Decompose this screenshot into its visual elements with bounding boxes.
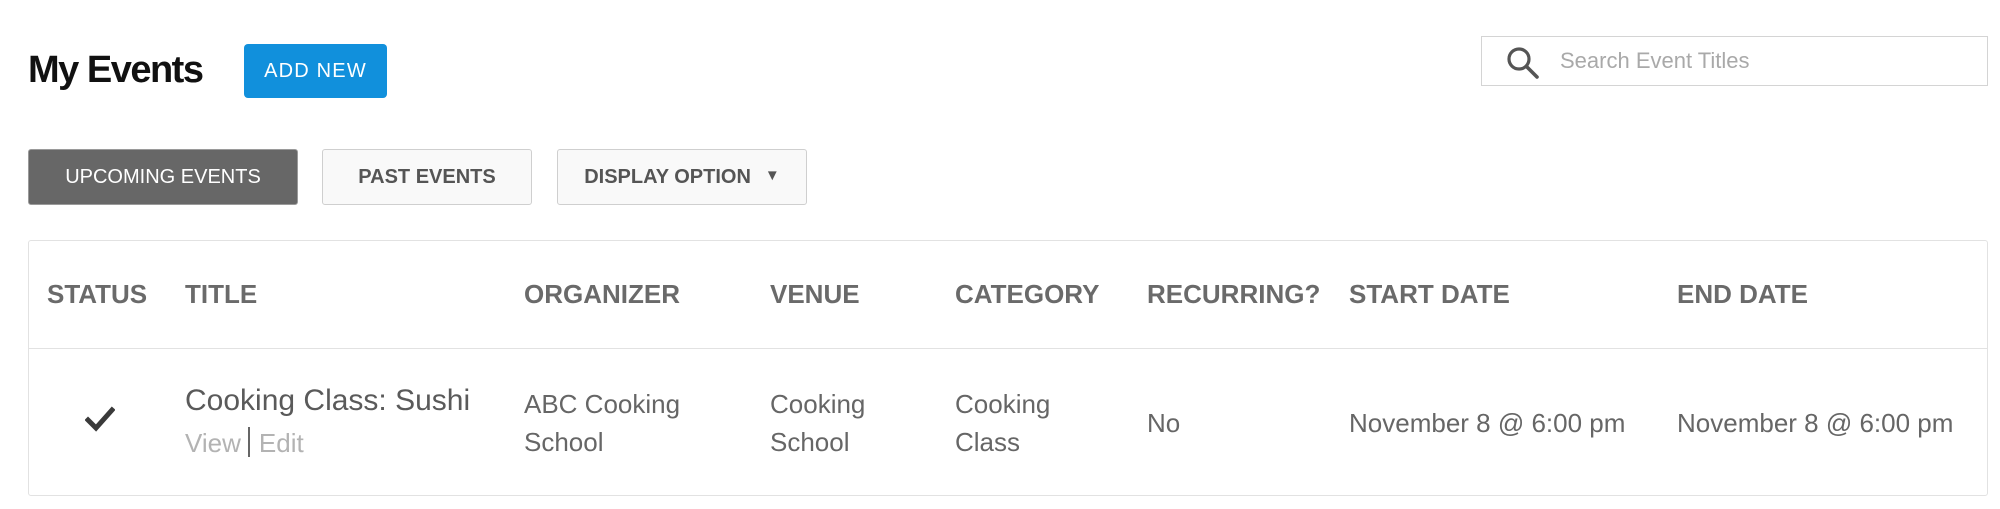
organizer-cell: ABC Cooking School <box>524 385 680 461</box>
view-link[interactable]: View <box>185 428 241 458</box>
add-new-button[interactable]: ADD NEW <box>244 44 387 98</box>
category-line-1: Cooking <box>955 389 1051 419</box>
column-header-end-date[interactable]: END DATE <box>1677 279 1808 310</box>
column-header-status[interactable]: STATUS <box>47 279 147 310</box>
organizer-line-2: School <box>524 427 604 457</box>
organizer-line-1: ABC Cooking <box>524 389 681 419</box>
column-header-category[interactable]: CATEGORY <box>955 279 1099 310</box>
divider <box>247 427 250 457</box>
venue-line-1: Cooking <box>770 389 866 419</box>
checkmark-icon <box>85 406 115 432</box>
category-line-2: Class <box>955 427 1021 457</box>
recurring-cell: No <box>1147 408 1181 438</box>
event-title: Cooking Class: Sushi <box>185 384 471 417</box>
page-title: My Events <box>28 49 204 91</box>
category-cell: Cooking Class <box>955 385 1050 461</box>
venue-line-2: School <box>770 427 850 457</box>
tab-past-events[interactable]: PAST EVENTS <box>322 149 532 205</box>
column-header-title[interactable]: TITLE <box>185 279 257 310</box>
display-option-dropdown[interactable]: DISPLAY OPTION ▼ <box>557 149 807 205</box>
column-header-recurring[interactable]: RECURRING? <box>1147 279 1320 310</box>
column-header-organizer[interactable]: ORGANIZER <box>524 279 680 310</box>
caret-down-icon: ▼ <box>764 166 780 184</box>
my-events-page: My Events ADD NEW UPCOMING EVENTS PAST E… <box>0 0 2000 509</box>
search-input[interactable] <box>1560 37 1975 85</box>
column-header-venue[interactable]: VENUE <box>770 279 860 310</box>
venue-cell: Cooking School <box>770 385 865 461</box>
search-box[interactable] <box>1481 36 1988 86</box>
display-option-label: DISPLAY OPTION <box>584 165 751 188</box>
search-icon <box>1507 47 1539 79</box>
start-date-cell: November 8 @ 6:00 pm <box>1349 408 1626 438</box>
column-header-start-date[interactable]: START DATE <box>1349 279 1510 310</box>
row-actions: View Edit <box>185 425 304 461</box>
table-header-row: STATUS TITLE ORGANIZER VENUE CATEGORY RE… <box>29 241 1987 349</box>
end-date-cell: November 8 @ 6:00 pm <box>1677 408 1954 438</box>
edit-link[interactable]: Edit <box>259 428 304 458</box>
tab-upcoming-events[interactable]: UPCOMING EVENTS <box>28 149 298 205</box>
events-table: STATUS TITLE ORGANIZER VENUE CATEGORY RE… <box>28 240 1988 496</box>
